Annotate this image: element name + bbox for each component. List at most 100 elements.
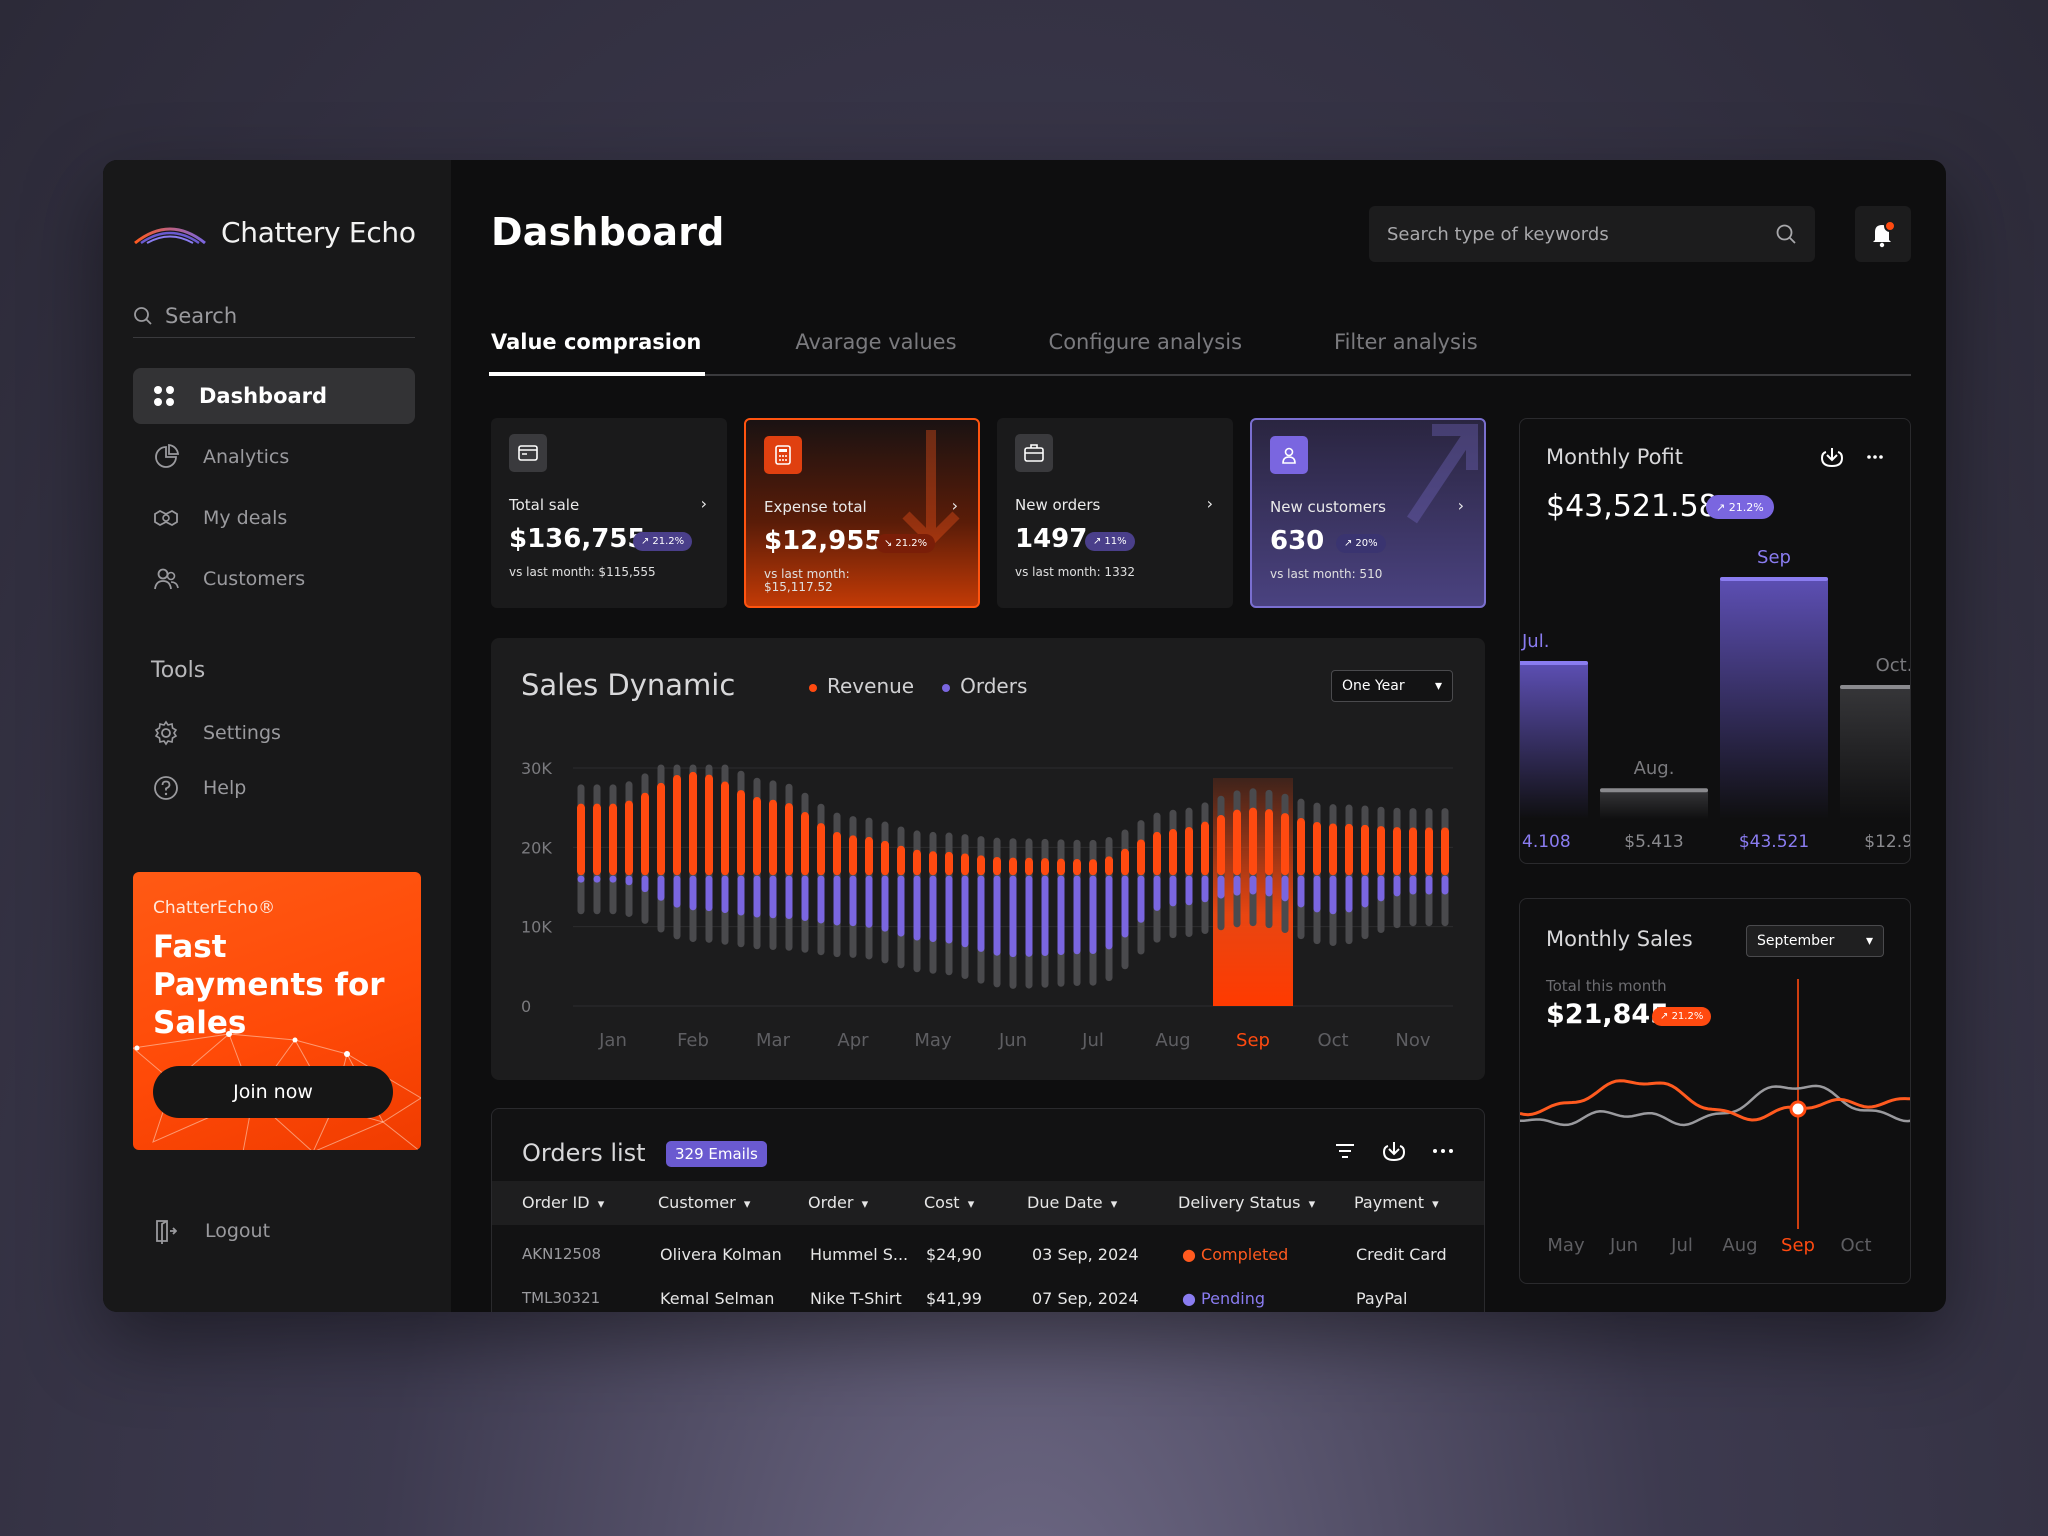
sidebar-item-help[interactable]: Help bbox=[133, 763, 415, 813]
column-cost[interactable]: Cost bbox=[924, 1193, 974, 1212]
orders-list-card: Orders list 329 Emails Order ID Customer… bbox=[491, 1108, 1485, 1312]
cell-customer: Olivera Kolman bbox=[660, 1245, 782, 1264]
stat-value: 1497 bbox=[1015, 524, 1088, 554]
stat-value: $12,955 bbox=[764, 526, 883, 556]
cell-order: Nike T-Shirt bbox=[810, 1289, 902, 1308]
pie-chart-icon bbox=[155, 444, 179, 468]
y-tick-label: 10K bbox=[521, 918, 552, 937]
profit-bar[interactable] bbox=[1600, 790, 1708, 819]
user-icon bbox=[1270, 436, 1308, 474]
status-dot-icon: ● bbox=[1182, 1245, 1202, 1264]
more-icon[interactable] bbox=[1432, 1148, 1454, 1154]
x-tick-label: Oct bbox=[1840, 1235, 1871, 1256]
orders-actions bbox=[1334, 1139, 1454, 1163]
tab-filter-analysis[interactable]: Filter analysis bbox=[1332, 330, 1480, 376]
tab-average-values[interactable]: Avarage values bbox=[793, 330, 958, 376]
orders-table-header: Order ID Customer Order Cost Due Date De… bbox=[492, 1181, 1484, 1225]
x-tick-label: Jan bbox=[598, 1030, 627, 1051]
chevron-right-icon[interactable]: › bbox=[952, 496, 958, 515]
stat-card-new-customers[interactable]: New customers › 630 ↗ 20% vs last month: … bbox=[1250, 418, 1486, 608]
brand-logo-icon bbox=[134, 227, 206, 244]
notifications-button[interactable] bbox=[1855, 206, 1911, 262]
column-customer[interactable]: Customer bbox=[658, 1193, 750, 1212]
stat-card-new-orders[interactable]: New orders › 1497 ↗ 11% vs last month: 13… bbox=[997, 418, 1233, 608]
profit-bar[interactable] bbox=[1720, 579, 1828, 819]
profit-value-label: $12.98 bbox=[1864, 832, 1911, 852]
column-payment[interactable]: Payment bbox=[1354, 1193, 1439, 1212]
filter-icon[interactable] bbox=[1334, 1141, 1356, 1161]
sidebar-item-dashboard[interactable]: Dashboard bbox=[133, 368, 415, 424]
stat-badge: ↗ 20% bbox=[1336, 534, 1386, 553]
gear-icon bbox=[154, 720, 178, 746]
x-tick-label: Aug bbox=[1155, 1030, 1190, 1051]
promo-card: ChatterEcho® Fast Payments for Sales Joi… bbox=[133, 872, 421, 1150]
cell-cost: $24,90 bbox=[926, 1245, 982, 1264]
search-icon bbox=[1776, 224, 1796, 244]
tab-value-comparison[interactable]: Value comprasion bbox=[489, 330, 706, 376]
cell-payment: PayPal bbox=[1356, 1289, 1408, 1308]
column-delivery-status[interactable]: Delivery Status bbox=[1178, 1193, 1315, 1212]
handshake-icon bbox=[154, 509, 178, 527]
profit-bar-cap bbox=[1600, 788, 1708, 793]
cell-payment: Credit Card bbox=[1356, 1245, 1447, 1264]
trend-up-icon: ↗ bbox=[1344, 538, 1353, 549]
profit-bar-cap bbox=[1520, 661, 1588, 665]
x-tick-label: Sep bbox=[1236, 1030, 1270, 1051]
sidebar-item-customers[interactable]: Customers bbox=[133, 551, 415, 607]
briefcase-icon bbox=[1015, 434, 1053, 472]
keyword-search-input[interactable]: Search type of keywords bbox=[1369, 206, 1815, 262]
sidebar-item-my-deals[interactable]: My deals bbox=[133, 490, 415, 546]
column-due-date[interactable]: Due Date bbox=[1027, 1193, 1117, 1212]
sidebar-item-settings[interactable]: Settings bbox=[133, 708, 415, 758]
trend-down-icon: ↘ bbox=[884, 538, 893, 549]
sidebar-item-analytics[interactable]: Analytics bbox=[133, 429, 415, 485]
profit-month-label: Aug. bbox=[1634, 758, 1675, 779]
tab-bar: Value comprasion Avarage values Configur… bbox=[489, 330, 1911, 376]
profit-value-label: $5.413 bbox=[1624, 832, 1683, 852]
promo-brand: ChatterEcho® bbox=[153, 898, 276, 918]
app-window: Chattery Echo Search Dashboard Analytics… bbox=[103, 160, 1946, 1312]
cell-order-id: TML30321 bbox=[522, 1289, 601, 1307]
x-tick-label: Nov bbox=[1395, 1030, 1430, 1051]
stat-badge-text: 11% bbox=[1104, 536, 1127, 547]
sidebar-item-label: Help bbox=[203, 777, 247, 799]
x-tick-label: Jun bbox=[998, 1030, 1027, 1051]
download-icon[interactable] bbox=[1382, 1139, 1406, 1163]
users-icon bbox=[154, 568, 179, 590]
join-now-button[interactable]: Join now bbox=[153, 1066, 393, 1118]
monthly-profit-card: Monthly Pofit $43,521.58 ↗ 21.2% Jul. 4.1… bbox=[1519, 418, 1911, 864]
trend-up-icon: ↗ bbox=[1093, 536, 1102, 547]
profit-bar[interactable] bbox=[1520, 663, 1588, 819]
sidebar-search-input[interactable]: Search bbox=[133, 294, 415, 338]
stat-card-expense-total[interactable]: Expense total › $12,955 ↘ 21.2% vs last m… bbox=[744, 418, 980, 608]
cursor-point[interactable] bbox=[1789, 1100, 1807, 1118]
profit-month-label: Oct. bbox=[1876, 655, 1911, 676]
stat-card-total-sale[interactable]: Total sale › $136,755 ↗ 21.2% vs last mon… bbox=[491, 418, 727, 608]
x-tick-label: Jun bbox=[1609, 1235, 1638, 1256]
stat-label: Expense total bbox=[764, 498, 867, 516]
profit-bar-cap bbox=[1720, 577, 1828, 581]
monthly-profit-chart: Jul. 4.108 Aug. $5.413 Sep $43.521 Oct. $12.98 bbox=[1520, 547, 1911, 852]
tools-heading: Tools bbox=[151, 658, 206, 683]
x-tick-label: May bbox=[1547, 1235, 1585, 1256]
x-tick-label: May bbox=[914, 1030, 952, 1051]
stat-label: New orders bbox=[1015, 496, 1101, 514]
cell-due-date: 03 Sep, 2024 bbox=[1032, 1245, 1139, 1264]
tab-configure-analysis[interactable]: Configure analysis bbox=[1047, 330, 1244, 376]
logout-link[interactable]: Logout bbox=[153, 1218, 270, 1244]
cell-customer: Kemal Selman bbox=[660, 1289, 775, 1308]
profit-bar[interactable] bbox=[1840, 687, 1911, 819]
column-order[interactable]: Order bbox=[808, 1193, 868, 1212]
column-order-id[interactable]: Order ID bbox=[522, 1193, 604, 1212]
cell-cost: $41,99 bbox=[926, 1289, 982, 1308]
brand[interactable]: Chattery Echo bbox=[133, 216, 416, 249]
arrow-up-decor-icon bbox=[1407, 424, 1478, 524]
status-text: Completed bbox=[1201, 1245, 1289, 1264]
search-icon bbox=[134, 306, 152, 325]
arrow-down-decor-icon bbox=[902, 430, 960, 548]
chevron-right-icon[interactable]: › bbox=[1458, 496, 1464, 515]
chevron-right-icon[interactable]: › bbox=[701, 494, 707, 513]
sidebar-item-label: My deals bbox=[203, 507, 288, 529]
x-tick-label: Jul bbox=[1081, 1030, 1104, 1051]
chevron-right-icon[interactable]: › bbox=[1207, 494, 1213, 513]
